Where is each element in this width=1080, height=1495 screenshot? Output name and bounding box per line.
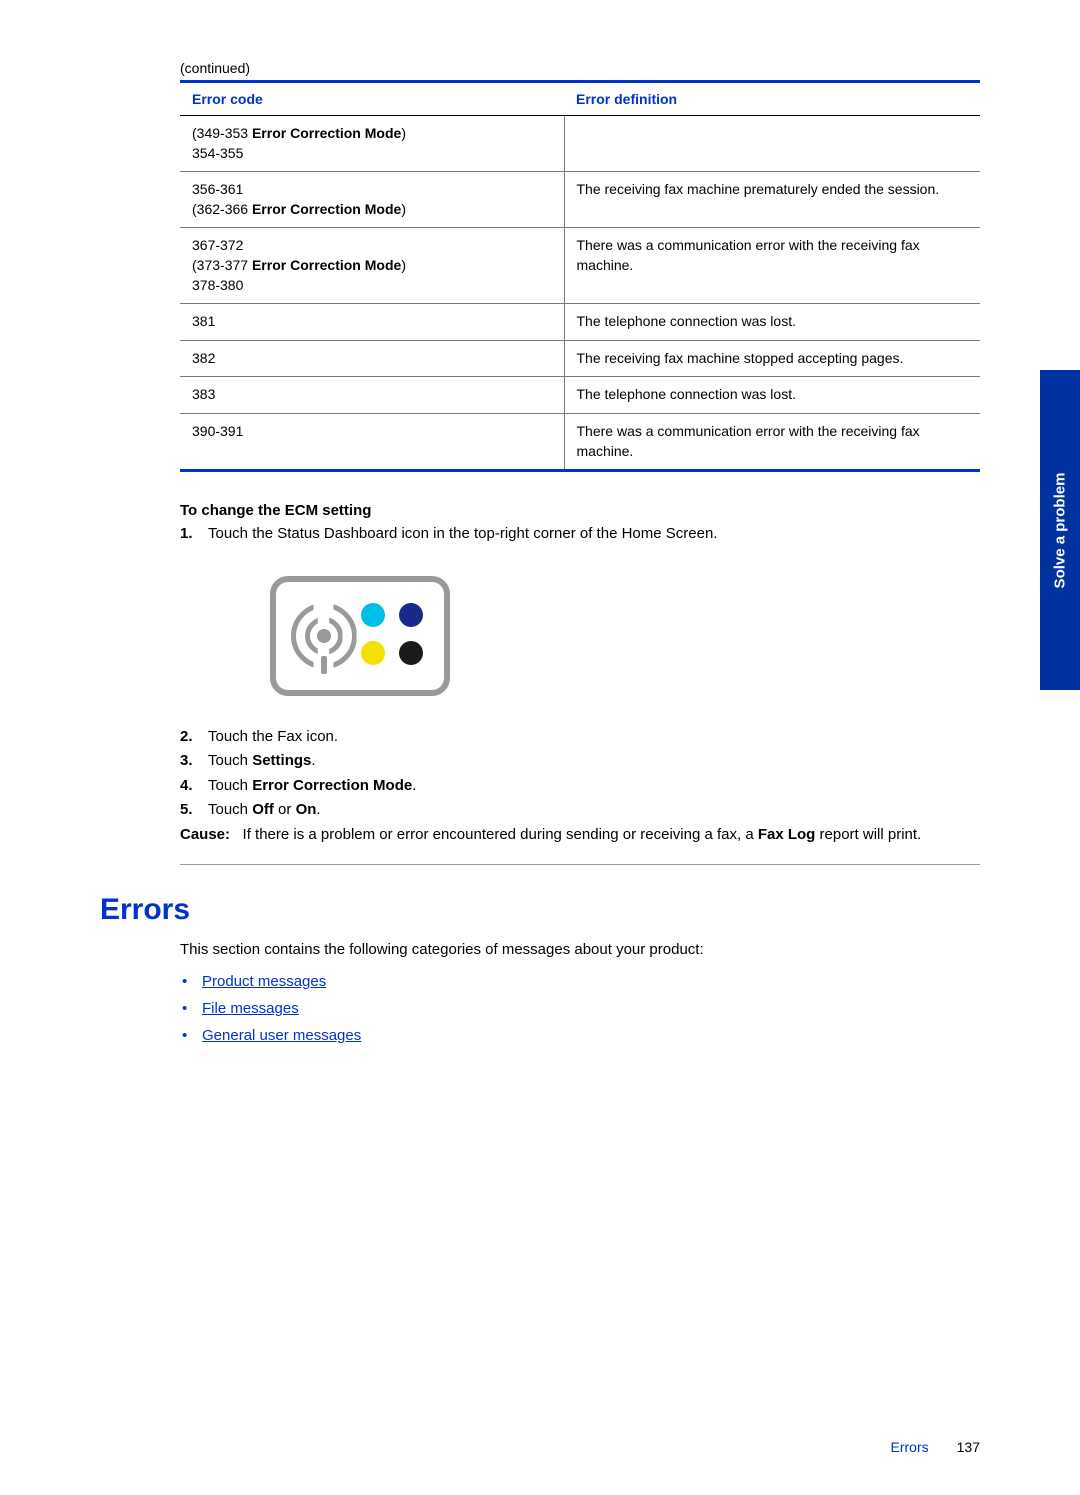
status-dashboard-icon bbox=[270, 576, 450, 696]
cause-paragraph: Cause: If there is a problem or error en… bbox=[180, 824, 980, 847]
errors-intro: This section contains the following cate… bbox=[180, 941, 980, 958]
section-divider bbox=[180, 864, 980, 865]
wireless-icon bbox=[294, 606, 354, 666]
page-footer: Errors137 bbox=[891, 1439, 980, 1455]
table-row: 382 The receiving fax machine stopped ac… bbox=[180, 340, 980, 377]
table-row: 381 The telephone connection was lost. bbox=[180, 304, 980, 341]
ink-levels-icon bbox=[361, 603, 427, 669]
link-file-messages[interactable]: File messages bbox=[202, 1000, 299, 1017]
ecm-steps-cont: 2.Touch the Fax icon. 3.Touch Settings. … bbox=[180, 726, 980, 822]
message-category-links: Product messages File messages General u… bbox=[180, 968, 980, 1049]
table-row: 390-391 There was a communication error … bbox=[180, 413, 980, 470]
link-general-user-messages[interactable]: General user messages bbox=[202, 1027, 361, 1044]
ecm-steps: 1.Touch the Status Dashboard icon in the… bbox=[180, 523, 980, 546]
th-error-code: Error code bbox=[180, 82, 564, 116]
errors-heading: Errors bbox=[100, 893, 980, 927]
th-error-definition: Error definition bbox=[564, 82, 980, 116]
table-row: 367-372 (373-377 Error Correction Mode) … bbox=[180, 228, 980, 304]
ecm-setting-heading: To change the ECM setting bbox=[180, 502, 980, 519]
table-row: (349-353 Error Correction Mode) 354-355 bbox=[180, 116, 980, 172]
error-codes-table: Error code Error definition (349-353 Err… bbox=[180, 80, 980, 472]
step-2: Touch the Fax icon. bbox=[208, 728, 338, 745]
table-row: 356-361 (362-366 Error Correction Mode) … bbox=[180, 172, 980, 228]
table-row: 383 The telephone connection was lost. bbox=[180, 377, 980, 414]
step-1: Touch the Status Dashboard icon in the t… bbox=[208, 525, 717, 542]
continued-label: (continued) bbox=[180, 60, 980, 76]
link-product-messages[interactable]: Product messages bbox=[202, 973, 326, 990]
